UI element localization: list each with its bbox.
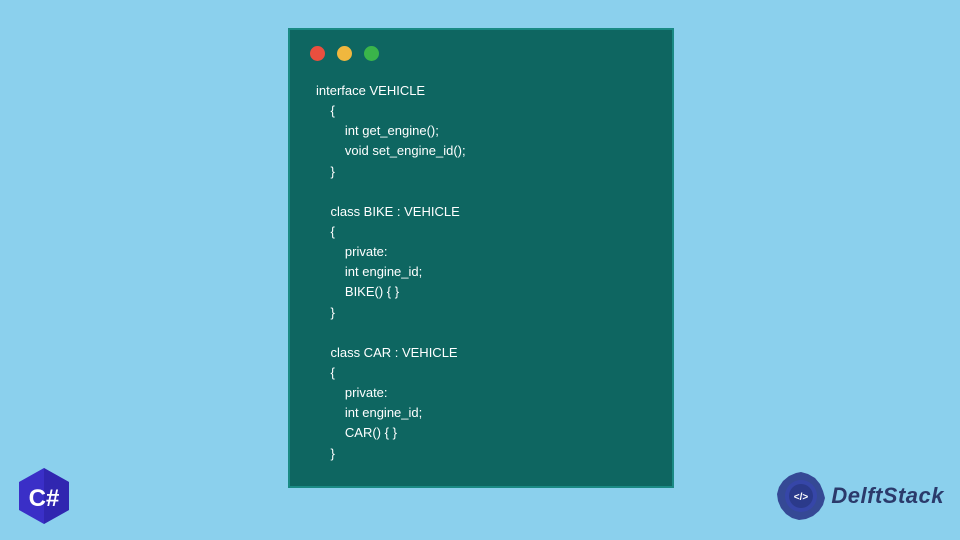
csharp-badge-icon: C# [14, 466, 74, 526]
maximize-icon [364, 46, 379, 61]
svg-text:</>: </> [794, 492, 809, 503]
delftstack-gear-icon: </> [775, 470, 827, 522]
code-content: interface VEHICLE { int get_engine(); vo… [290, 61, 672, 464]
delftstack-logo: </> DelftStack [775, 470, 944, 522]
code-window: interface VEHICLE { int get_engine(); vo… [288, 28, 674, 488]
window-controls [290, 30, 672, 61]
delftstack-brand-text: DelftStack [831, 483, 944, 509]
close-icon [310, 46, 325, 61]
csharp-label: C# [29, 485, 60, 512]
minimize-icon [337, 46, 352, 61]
